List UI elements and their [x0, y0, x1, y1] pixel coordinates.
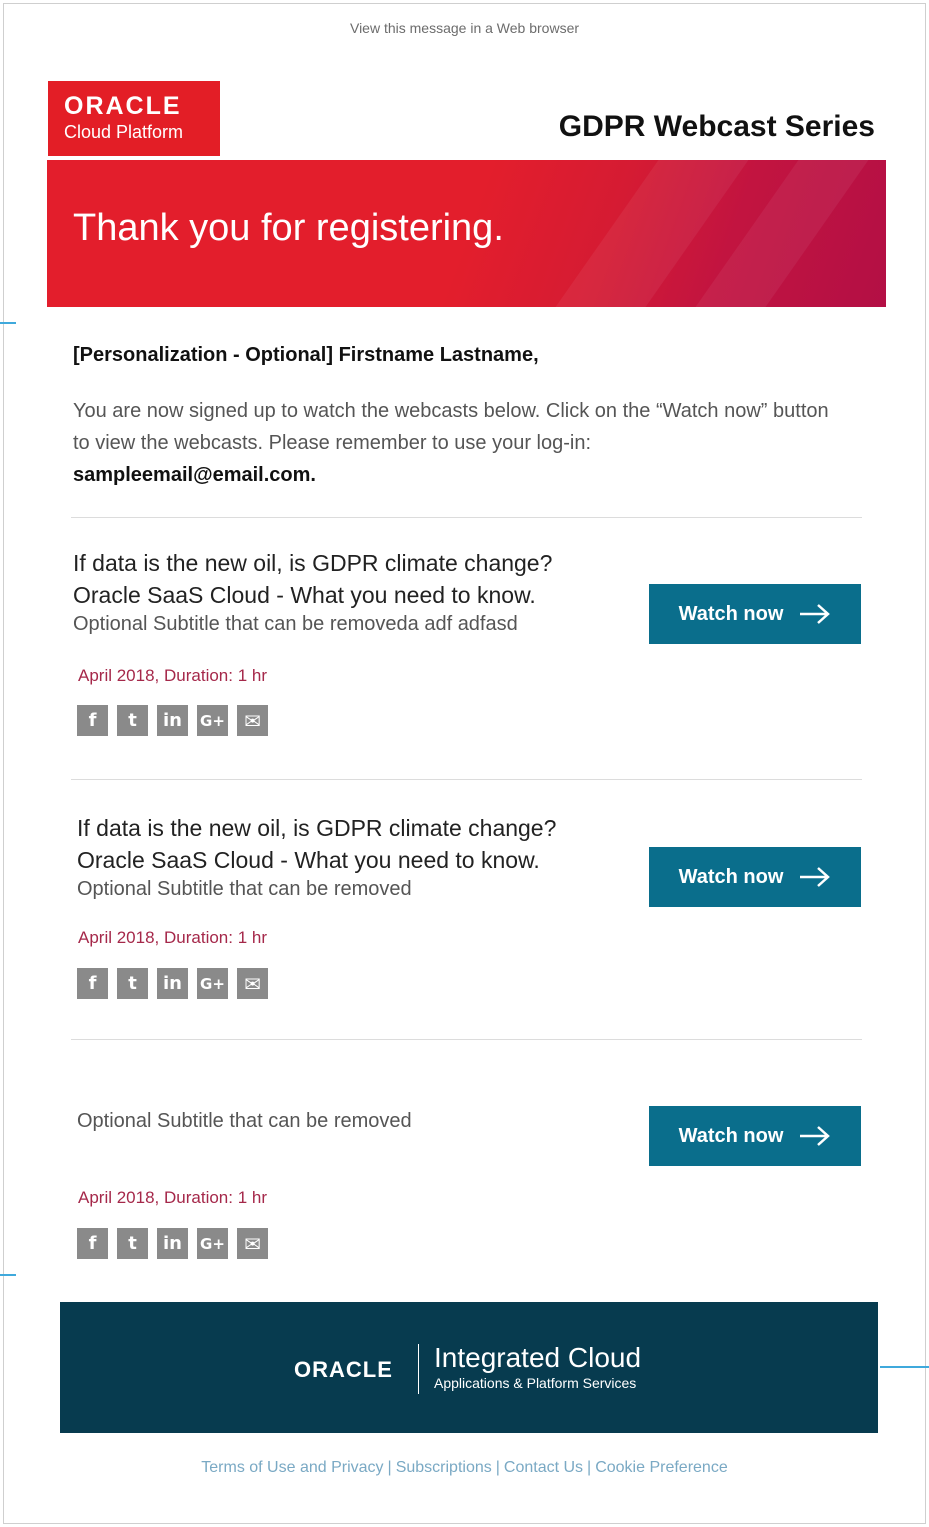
watch-now-button[interactable]: Watch now	[649, 847, 861, 907]
webcast-item: If data is the new oil, is GDPR climate …	[73, 547, 552, 636]
webcast-item: Optional Subtitle that can be removed	[77, 1108, 412, 1133]
guide-line	[880, 1366, 929, 1368]
facebook-icon[interactable]: f	[77, 1228, 108, 1259]
hero-banner: Thank you for registering.	[47, 160, 886, 307]
cookie-preference-link[interactable]: Cookie Preference	[595, 1459, 728, 1476]
oracle-cloud-logo: ORACLE Cloud Platform	[48, 81, 220, 156]
footer-banner: ORACLE Integrated Cloud Applications & P…	[60, 1302, 878, 1433]
google-plus-icon[interactable]: G+	[197, 968, 228, 999]
footer-product-name: Integrated Cloud	[434, 1342, 642, 1373]
divider	[71, 1039, 862, 1040]
series-title: GDPR Webcast Series	[558, 110, 875, 143]
greeting: [Personalization - Optional] Firstname L…	[73, 344, 539, 366]
webcast-title: If data is the new oil, is GDPR climate …	[73, 550, 553, 576]
social-share: f t in G+ ✉	[77, 968, 268, 999]
logo-wordmark: ORACLE	[64, 92, 182, 120]
arrow-right-icon	[800, 1126, 831, 1146]
guide-line	[0, 322, 16, 324]
linkedin-icon[interactable]: in	[157, 1228, 188, 1259]
guide-line	[0, 1274, 16, 1276]
terms-link[interactable]: Terms of Use and Privacy	[201, 1459, 383, 1476]
webcast-date: April 2018, Duration: 1 hr	[78, 928, 267, 947]
social-share: f t in G+ ✉	[77, 705, 268, 736]
divider	[71, 517, 862, 518]
webcast-date: April 2018, Duration: 1 hr	[78, 1188, 267, 1207]
google-plus-icon[interactable]: G+	[197, 1228, 228, 1259]
arrow-right-icon	[800, 867, 831, 887]
intro-text: You are now signed up to watch the webca…	[73, 400, 829, 454]
webcast-title: If data is the new oil, is GDPR climate …	[77, 815, 557, 841]
webcast-title: Oracle SaaS Cloud - What you need to kno…	[73, 582, 536, 608]
divider	[71, 779, 862, 780]
hero-heading: Thank you for registering.	[73, 207, 504, 249]
facebook-icon[interactable]: f	[77, 705, 108, 736]
oracle-wordmark: ORACLE	[294, 1357, 393, 1382]
watch-now-button[interactable]: Watch now	[649, 584, 861, 644]
link-separator: |	[387, 1459, 392, 1476]
contact-us-link[interactable]: Contact Us	[504, 1459, 583, 1476]
view-in-browser-link[interactable]: View this message in a Web browser	[0, 20, 929, 36]
twitter-icon[interactable]: t	[117, 705, 148, 736]
facebook-icon[interactable]: f	[77, 968, 108, 999]
linkedin-icon[interactable]: in	[157, 968, 188, 999]
social-share: f t in G+ ✉	[77, 1228, 268, 1259]
footer-separator	[418, 1344, 419, 1394]
watch-now-button[interactable]: Watch now	[649, 1106, 861, 1166]
footer-links: Terms of Use and Privacy | Subscriptions | C…	[0, 1459, 929, 1477]
linkedin-icon[interactable]: in	[157, 705, 188, 736]
subscriptions-link[interactable]: Subscriptions	[396, 1459, 492, 1476]
webcast-subtitle: Optional Subtitle that can be removed	[77, 878, 412, 900]
google-plus-icon[interactable]: G+	[197, 705, 228, 736]
watch-now-label: Watch now	[678, 1124, 784, 1147]
webcast-date: April 2018, Duration: 1 hr	[78, 666, 267, 685]
intro-paragraph: You are now signed up to watch the webca…	[73, 395, 833, 491]
webcast-item: If data is the new oil, is GDPR climate …	[77, 812, 556, 901]
link-separator: |	[587, 1459, 592, 1476]
arrow-right-icon	[800, 604, 831, 624]
login-email: sampleemail@email.com.	[73, 464, 316, 486]
email-icon[interactable]: ✉	[237, 1228, 268, 1259]
webcast-subtitle: Optional Subtitle that can be removeda a…	[73, 613, 518, 635]
webcast-title: Oracle SaaS Cloud - What you need to kno…	[77, 847, 540, 873]
link-separator: |	[495, 1459, 500, 1476]
watch-now-label: Watch now	[678, 602, 784, 625]
watch-now-label: Watch now	[678, 865, 784, 888]
twitter-icon[interactable]: t	[117, 968, 148, 999]
twitter-icon[interactable]: t	[117, 1228, 148, 1259]
footer-product-subtitle: Applications & Platform Services	[434, 1375, 637, 1391]
logo-subtitle: Cloud Platform	[64, 122, 184, 142]
webcast-subtitle: Optional Subtitle that can be removed	[77, 1110, 412, 1132]
email-icon[interactable]: ✉	[237, 968, 268, 999]
email-icon[interactable]: ✉	[237, 705, 268, 736]
